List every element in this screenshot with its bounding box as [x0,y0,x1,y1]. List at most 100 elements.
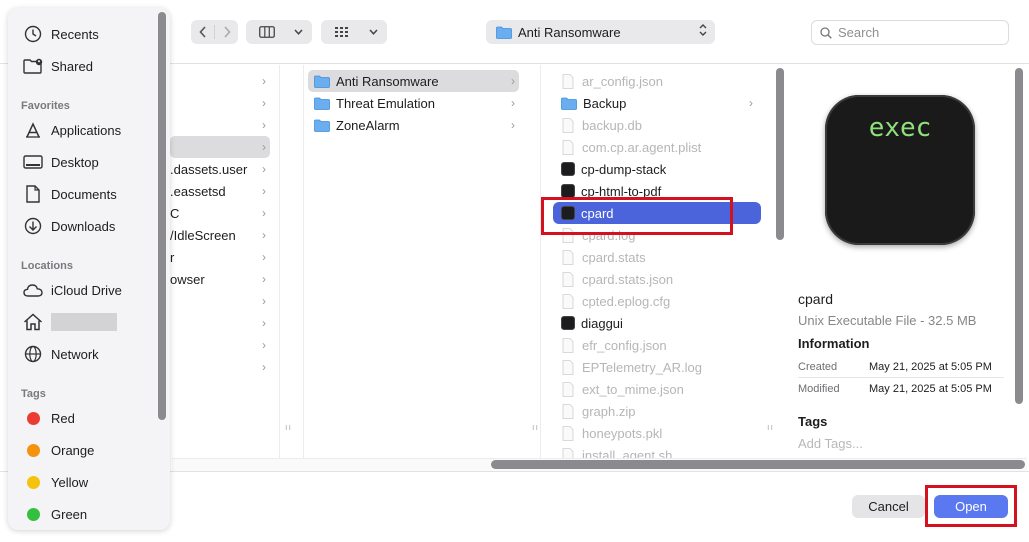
add-tags-field[interactable]: Add Tags... [798,436,863,451]
back-button[interactable] [191,20,214,44]
list-item[interactable]: › [170,312,274,334]
chevron-down-icon [368,29,378,35]
cloud-icon [23,284,43,297]
nav-buttons [191,20,238,44]
search-icon [820,26,832,39]
chevron-right-icon: › [262,272,266,286]
tags-header: Tags [21,388,46,400]
list-item[interactable]: cp-dump-stack [553,158,761,180]
column-resize-handle[interactable]: ıı [767,422,774,432]
list-item-anti-ransomware[interactable]: Anti Ransomware › [308,70,519,92]
chevron-right-icon [223,26,231,38]
location-popup[interactable]: Anti Ransomware [486,20,715,44]
document-icon [562,403,574,419]
search-field[interactable] [811,20,1009,45]
separator [798,377,1004,378]
horizontal-scrollbar[interactable] [491,460,1025,469]
exec-file-icon: exec [825,95,975,245]
document-icon [562,117,574,133]
list-item[interactable]: cp-html-to-pdf [553,180,761,202]
sidebar-item-desktop[interactable]: Desktop [22,151,99,173]
sidebar-item-icloud-drive[interactable]: iCloud Drive [22,279,122,301]
search-input[interactable] [838,25,998,40]
sidebar-scrollbar[interactable] [158,12,166,420]
list-item[interactable]: graph.zip [553,400,761,422]
list-item[interactable]: cpard.stats.json [553,268,761,290]
list-item-selected[interactable]: › [170,136,270,158]
list-item-cpard[interactable]: cpard [553,202,761,224]
sidebar-item-recents[interactable]: Recents [22,23,99,45]
sidebar-item-home[interactable] [22,311,117,333]
folder-icon [314,97,330,110]
list-item[interactable]: › [170,290,274,312]
chevron-right-icon: › [262,360,266,374]
sidebar-tag-red[interactable]: Red [22,407,75,429]
list-item[interactable]: diaggui [553,312,761,334]
sidebar-item-applications[interactable]: Applications [22,119,121,141]
list-item[interactable]: › [170,114,274,136]
document-icon [562,337,574,353]
list-item[interactable]: cpard.log [553,224,761,246]
list-item[interactable]: Backup › [553,92,761,114]
sidebar-item-shared[interactable]: Shared [22,55,93,77]
list-item[interactable]: EPTelemetry_AR.log [553,356,761,378]
list-item-zonealarm[interactable]: ZoneAlarm › [308,114,519,136]
exec-file-icon [561,206,575,220]
cancel-button[interactable]: Cancel [852,495,925,518]
group-by-button[interactable] [321,20,387,44]
sidebar-tag-yellow[interactable]: Yellow [22,471,88,493]
list-item[interactable]: .dassets.user › [170,158,274,180]
list-item[interactable]: .eassetsd › [170,180,274,202]
red-tag-dot-icon [26,411,40,425]
chevron-left-icon [198,26,206,38]
open-button[interactable]: Open [934,495,1008,518]
list-item[interactable]: com.cp.ar.agent.plist [553,136,761,158]
preview-scrollbar[interactable] [1015,68,1023,404]
chevron-right-icon: › [262,74,266,88]
list-item[interactable]: › [170,92,274,114]
column-3-scrollbar[interactable] [776,68,784,240]
list-item-threat-emulation[interactable]: Threat Emulation › [308,92,519,114]
list-item[interactable]: › [170,356,274,378]
chevron-right-icon: › [511,96,515,110]
folder-icon [496,26,512,39]
home-icon [24,313,42,331]
sidebar-tag-orange[interactable]: Orange [22,439,94,461]
redacted-username [51,313,117,331]
preview-file-name: cpard [798,291,834,307]
list-item[interactable]: › [170,334,274,356]
tags-header: Tags [798,414,828,429]
exec-file-icon [561,184,575,198]
applications-icon [26,122,40,138]
exec-file-icon [561,162,575,176]
list-item[interactable]: owser › [170,268,274,290]
folder-icon [314,119,330,132]
list-item[interactable]: C › [170,202,274,224]
chevron-right-icon: › [262,206,266,220]
view-mode-button[interactable] [246,20,312,44]
list-item[interactable]: r › [170,246,274,268]
sidebar-item-documents[interactable]: Documents [22,183,117,205]
clock-icon [24,25,42,43]
column-view-icon [259,26,275,38]
sidebar-tag-green[interactable]: Green [22,503,87,525]
preview-file-kind: Unix Executable File - 32.5 MB [798,313,977,328]
list-item[interactable]: › [170,70,274,92]
list-item[interactable]: ext_to_mime.json [553,378,761,400]
chevron-right-icon: › [511,118,515,132]
sidebar-item-network[interactable]: Network [22,343,99,365]
sidebar-item-downloads[interactable]: Downloads [22,215,115,237]
list-item[interactable]: ar_config.json [553,70,761,92]
list-item[interactable]: efr_config.json [553,334,761,356]
column-resize-handle[interactable]: ıı [285,422,292,432]
list-item[interactable]: cpard.stats [553,246,761,268]
list-item[interactable]: backup.db [553,114,761,136]
list-item[interactable]: /IdleScreen › [170,224,274,246]
list-item[interactable]: cpted.eplog.cfg [553,290,761,312]
chevron-right-icon: › [262,294,266,308]
forward-button[interactable] [215,20,238,44]
list-item[interactable]: honeypots.pkl [553,422,761,444]
column-resize-handle[interactable]: ıı [532,422,539,432]
updown-chevron-icon [699,23,707,38]
folder-icon [314,75,330,88]
